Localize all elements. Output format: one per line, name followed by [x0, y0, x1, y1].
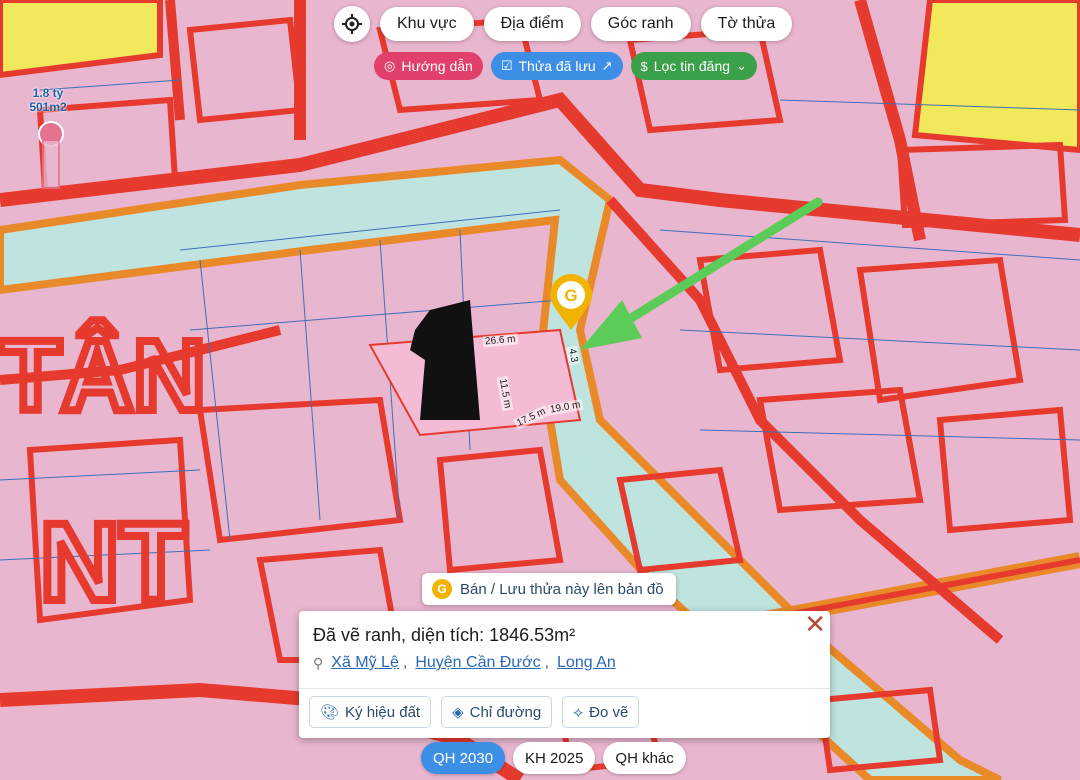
measure-icon: ⟡ — [573, 703, 584, 721]
layer-qh-khac[interactable]: QH khác — [603, 742, 686, 774]
save-parcel-button[interactable]: G Bán / Lưu thửa này lên bản đồ — [422, 573, 676, 605]
svg-text:G: G — [564, 286, 577, 305]
filter-listings-button[interactable]: $ Lọc tin đăng ⌄ — [630, 52, 757, 80]
land-symbol-label: Ký hiệu đất — [345, 703, 421, 721]
palette-icon: 🎨︎ — [320, 704, 340, 721]
price-value: 1.8 tỷ — [32, 86, 64, 100]
province-link[interactable]: Long An — [557, 654, 616, 672]
yellow-zone — [911, 0, 1080, 154]
action-row: ◎ Hướng dẫn ☑ Thửa đã lưu ↗ $ Lọc tin đă… — [374, 52, 757, 80]
filter-listings-label: Lọc tin đăng — [653, 58, 731, 74]
district-link[interactable]: Huyện Cần Đước — [415, 654, 540, 672]
parcel-location: ⚲ Xã Mỹ Lệ, Huyện Cần Đước, Long An — [313, 654, 616, 672]
directions-label: Hướng dẫn — [401, 58, 473, 74]
saved-parcels-label: Thửa đã lưu — [518, 58, 596, 74]
save-parcel-label: Bán / Lưu thửa này lên bản đồ — [460, 580, 664, 598]
tab-to-thua[interactable]: Tờ thửa — [700, 7, 793, 41]
dollar-icon: $ — [640, 58, 648, 74]
chevron-down-icon: ⌄ — [736, 58, 747, 73]
brand-logo-icon: G — [432, 579, 452, 599]
price-tag[interactable]: 1.8 tỷ 501m2 — [18, 86, 78, 114]
directions-button[interactable]: ◎ Hướng dẫn — [374, 52, 483, 80]
tab-goc-ranh[interactable]: Góc ranh — [590, 7, 691, 41]
zone-label: TÂN — [0, 319, 206, 432]
zone-label: NT — [40, 501, 187, 624]
crosshair-icon — [342, 14, 362, 34]
measure-label: Đo vẽ — [589, 703, 629, 721]
card-actions: 🎨︎ Ký hiệu đất ◈ Chỉ đường ⟡ Đo vẽ — [309, 696, 640, 728]
price-area: 501m2 — [29, 100, 67, 114]
directions-card-button[interactable]: ◈ Chỉ đường — [441, 696, 553, 728]
layer-kh-2025[interactable]: KH 2025 — [513, 742, 596, 774]
measure-button[interactable]: ⟡ Đo vẽ — [562, 696, 640, 728]
commune-link[interactable]: Xã Mỹ Lệ — [331, 654, 399, 672]
directions-card-label: Chỉ đường — [469, 703, 542, 721]
parcel-info-card: Đã vẽ ranh, diện tích: 1846.53m² ✕ ⚲ Xã … — [299, 611, 830, 738]
map-pin-icon: ⚲ — [313, 654, 324, 671]
locate-button[interactable] — [334, 6, 370, 42]
top-nav: Khu vực Địa điểm Góc ranh Tờ thửa — [334, 6, 793, 42]
tab-khu-vuc[interactable]: Khu vực — [380, 7, 474, 41]
parcel-area-title: Đã vẽ ranh, diện tích: 1846.53m² — [313, 625, 576, 645]
route-icon: ◈ — [452, 704, 464, 721]
saved-parcels-button[interactable]: ☑ Thửa đã lưu ↗ — [490, 52, 623, 80]
divider — [299, 688, 830, 689]
price-marker-stem — [42, 139, 60, 189]
external-arrow-icon: ↗ — [601, 58, 613, 73]
land-symbol-button[interactable]: 🎨︎ Ký hiệu đất — [309, 696, 432, 728]
layer-qh-2030[interactable]: QH 2030 — [421, 742, 506, 774]
layer-switcher: QH 2030 KH 2025 QH khác — [421, 742, 686, 774]
close-icon[interactable]: ✕ — [804, 611, 826, 637]
checkbox-icon: ☑ — [500, 58, 513, 73]
tab-dia-diem[interactable]: Địa điểm — [483, 7, 581, 41]
target-icon: ◎ — [384, 58, 396, 73]
